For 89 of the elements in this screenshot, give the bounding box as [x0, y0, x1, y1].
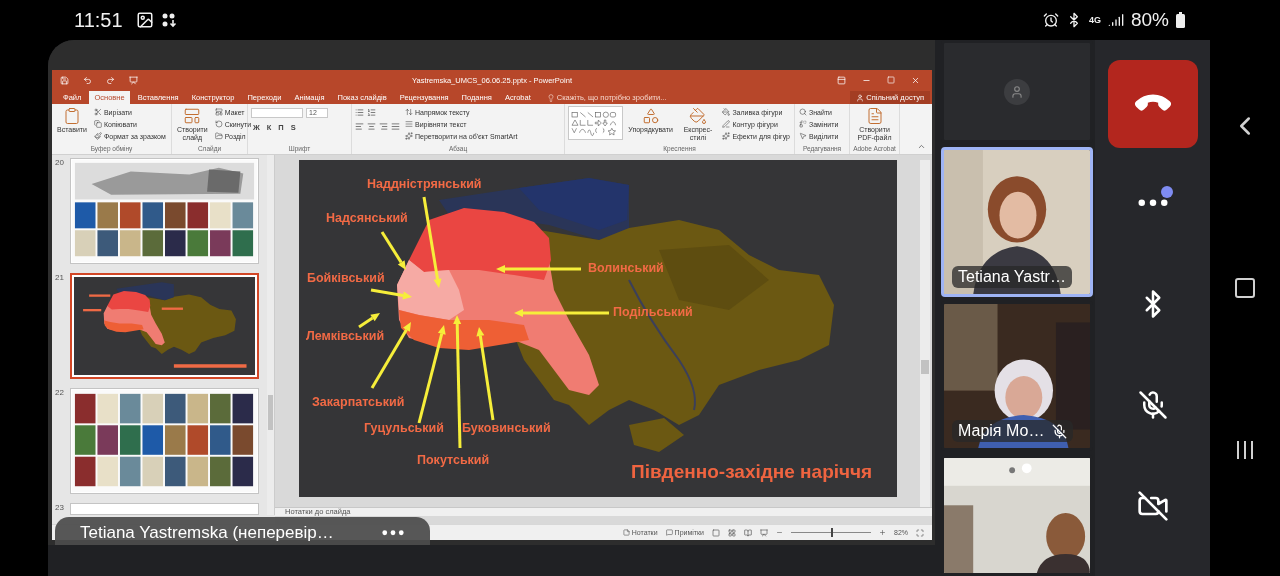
dialect-label: Волинський — [588, 261, 664, 275]
avatar-icon — [1004, 78, 1030, 105]
arrow — [380, 231, 406, 270]
slide-number: 20 — [55, 158, 65, 169]
download-icon — [160, 12, 177, 28]
participant-tile[interactable] — [941, 40, 1093, 143]
redo-icon[interactable] — [106, 75, 115, 85]
font-name-field[interactable] — [251, 108, 303, 118]
dialect-label: Лемківський — [306, 329, 385, 343]
dialect-label: Закарпатський — [312, 395, 405, 409]
close-icon[interactable] — [911, 75, 920, 85]
ribbon-icon — [62, 107, 81, 125]
participant-tile[interactable]: Марія Мо… — [941, 301, 1093, 451]
recents-icon — [1234, 439, 1256, 461]
save-icon[interactable] — [60, 75, 69, 85]
ribbon-icon — [93, 120, 102, 128]
reading-view-icon[interactable] — [744, 528, 752, 537]
ribbon-icon — [214, 108, 223, 116]
ribbon-icon — [405, 120, 413, 128]
dialect-label: Буковинський — [462, 421, 551, 435]
comment-icon — [665, 529, 673, 536]
home-icon — [1233, 276, 1257, 300]
camera-off-icon — [1136, 489, 1169, 522]
numbering-icon[interactable] — [367, 108, 376, 117]
ribbon-icon — [799, 108, 807, 116]
battery-icon — [1176, 12, 1185, 28]
dialect-label: Бойківський — [307, 271, 385, 285]
more-icon — [1137, 198, 1168, 207]
ribbon-icon — [405, 132, 413, 140]
dialect-label: Надсянський — [326, 211, 408, 225]
ribbon-icon — [214, 120, 223, 128]
ribbon-icon — [865, 107, 884, 125]
presenter-name: Tetiana Yastremska (неперевір… — [80, 523, 334, 543]
ribbon-options-icon[interactable] — [837, 75, 846, 85]
ribbon-icon — [689, 107, 707, 125]
slideshow-icon[interactable] — [129, 75, 138, 85]
dialect-label: Покутський — [417, 453, 490, 467]
dialect-label: Наддністрянський — [367, 177, 482, 191]
ribbon-icon — [799, 120, 807, 128]
slideshow-icon[interactable] — [760, 528, 768, 537]
zoom-out-icon[interactable] — [776, 529, 783, 536]
fit-icon[interactable] — [916, 528, 924, 537]
arrow — [370, 288, 412, 300]
ribbon-icon — [799, 132, 807, 140]
notes-icon — [622, 529, 630, 536]
hang-up-button[interactable] — [1107, 60, 1198, 148]
person-icon — [856, 93, 865, 102]
ribbon-icon — [405, 108, 413, 116]
clock-time: 11:51 — [74, 8, 123, 32]
bullets-icon[interactable] — [355, 108, 364, 117]
slide-title: Південно-західне наріччя — [631, 461, 873, 483]
mic-off-icon — [1137, 389, 1168, 420]
ribbon-icon — [214, 132, 223, 140]
maximize-icon[interactable] — [887, 76, 895, 84]
dialect-label: Гуцульський — [364, 421, 444, 435]
align-left-icon[interactable] — [355, 122, 364, 131]
shapes-gallery[interactable] — [568, 106, 623, 140]
ribbon-icon — [722, 132, 731, 140]
align-right-icon[interactable] — [379, 122, 388, 131]
scrollbar[interactable] — [267, 155, 275, 515]
battery-percent: 80% — [1130, 9, 1169, 31]
ribbon-icon — [641, 107, 660, 125]
zoom-in-icon[interactable] — [879, 529, 886, 536]
slide-thumbnail[interactable] — [70, 503, 259, 515]
justify-icon[interactable] — [391, 122, 400, 131]
ribbon-icon — [93, 132, 102, 140]
align-center-icon[interactable] — [367, 122, 376, 131]
scrollbar[interactable] — [920, 160, 930, 507]
normal-view-icon[interactable] — [712, 528, 720, 537]
slide-number: 23 — [55, 503, 65, 514]
participant-name: Марія Мо… — [958, 422, 1045, 440]
slide-number: 22 — [55, 388, 65, 399]
lightbulb-icon — [546, 93, 555, 102]
undo-icon[interactable] — [83, 75, 92, 85]
ribbon-icon — [183, 107, 202, 125]
alarm-icon — [1042, 12, 1059, 28]
participant-tile[interactable]: Tetiana Yastr… — [941, 147, 1093, 297]
network-type: 4G — [1088, 15, 1101, 25]
dialect-label: Подільський — [613, 305, 693, 319]
collapse-icon[interactable] — [917, 142, 926, 151]
sorter-view-icon[interactable] — [728, 528, 736, 537]
gallery-icon — [135, 11, 154, 29]
more-icon[interactable] — [382, 530, 404, 536]
signal-icon — [1107, 12, 1124, 28]
ribbon-icon — [722, 120, 731, 128]
slide-number: 21 — [55, 273, 65, 284]
participant-name: Tetiana Yastr… — [958, 268, 1066, 286]
ribbon-icon — [722, 108, 731, 116]
ribbon-icon — [93, 108, 102, 116]
